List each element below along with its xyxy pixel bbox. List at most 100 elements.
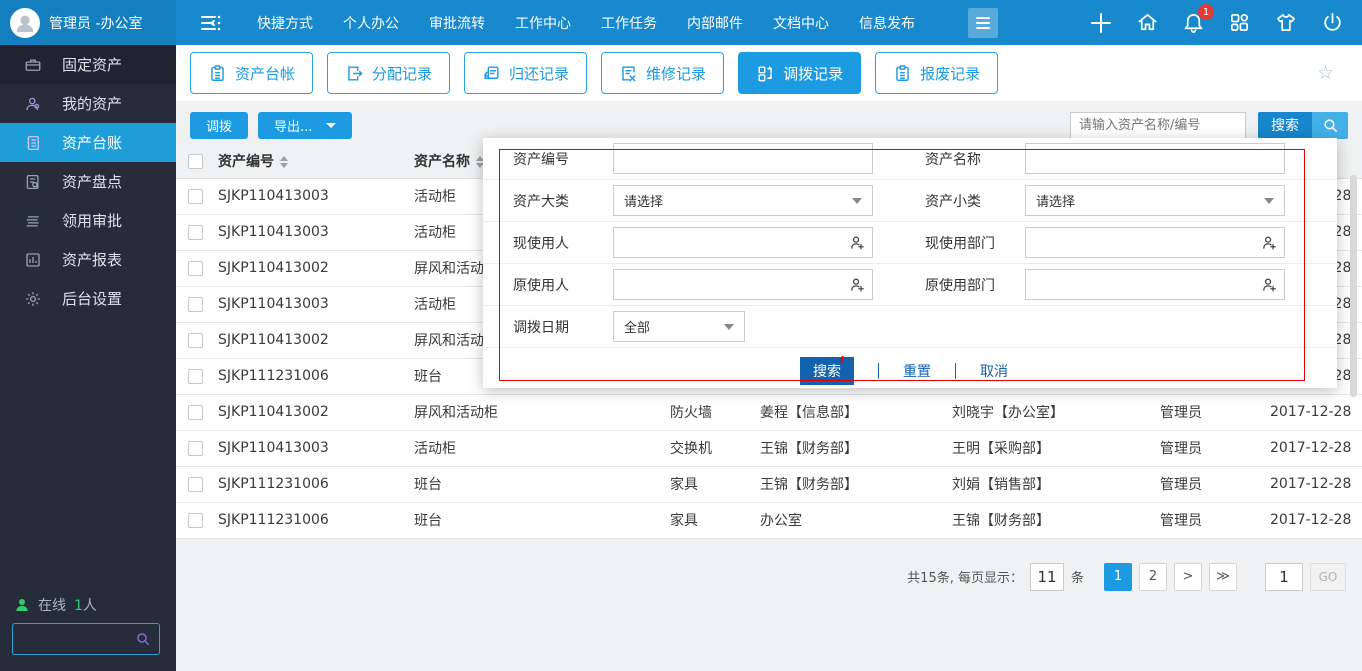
apps-grid-icon[interactable]	[1228, 11, 1251, 34]
nav-item-internal-mail[interactable]: 内部邮件	[672, 0, 758, 45]
favorite-star-icon[interactable]: ☆	[1317, 62, 1348, 84]
chevron-down-icon	[326, 123, 336, 128]
online-user-icon	[14, 597, 30, 613]
person-add-icon[interactable]	[849, 276, 866, 293]
goto-page-input[interactable]	[1265, 563, 1303, 591]
last-page-button[interactable]: ≫	[1209, 563, 1237, 591]
current-user-input[interactable]	[613, 227, 873, 258]
tab-transfer-records[interactable]: 调拨记录	[738, 52, 861, 94]
asset-name-label: 资产名称	[925, 149, 1025, 169]
asset-name-input[interactable]	[1025, 143, 1285, 174]
sidebar-item-requisition-approval[interactable]: 领用审批	[0, 201, 176, 240]
row-checkbox[interactable]	[188, 297, 203, 312]
row-checkbox[interactable]	[188, 333, 203, 348]
page-button-1[interactable]: 1	[1104, 563, 1132, 591]
nav-item-work-center[interactable]: 工作中心	[500, 0, 586, 45]
page-size-input[interactable]	[1030, 563, 1064, 591]
select-all-checkbox[interactable]	[188, 154, 203, 169]
transfer-date-select[interactable]: 全部	[613, 311, 745, 342]
notification-badge: 1	[1198, 4, 1214, 20]
tab-label: 归还记录	[509, 63, 569, 84]
asset-code-input[interactable]	[613, 143, 873, 174]
sidebar-item-label: 资产报表	[62, 249, 122, 270]
tab-label: 资产台帐	[235, 63, 295, 84]
doc-swap-icon	[345, 64, 364, 83]
person-add-icon[interactable]	[1261, 276, 1278, 293]
row-checkbox[interactable]	[188, 369, 203, 384]
row-checkbox[interactable]	[188, 225, 203, 240]
online-count: 1	[74, 598, 83, 614]
table-row[interactable]: SJKP110413002屏风和活动柜防火墙姜程【信息部】刘晓宇【办公室】管理员…	[176, 394, 1362, 430]
tab-asset-ledger[interactable]: 资产台帐	[190, 52, 313, 94]
go-button[interactable]: GO	[1310, 563, 1346, 591]
search-button[interactable]: 搜索	[1258, 112, 1348, 139]
nav-item-info-publish[interactable]: 信息发布	[844, 0, 930, 45]
former-user-input[interactable]	[613, 269, 873, 300]
nav-more-button[interactable]	[968, 8, 998, 38]
tab-repair-records[interactable]: 维修记录	[601, 52, 724, 94]
filter-row: 资产大类 请选择 资产小类 请选择	[483, 180, 1337, 222]
major-category-select[interactable]: 请选择	[613, 185, 873, 216]
nav-item-approval-flow[interactable]: 审批流转	[414, 0, 500, 45]
nav-item-personal-office[interactable]: 个人办公	[328, 0, 414, 45]
tab-return-records[interactable]: 归还记录	[464, 52, 587, 94]
filter-search-button[interactable]: 搜索	[800, 357, 854, 385]
current-dept-input[interactable]	[1025, 227, 1285, 258]
user-name: 管理员 -办公室	[49, 13, 143, 33]
column-header-code[interactable]: 资产编号	[216, 145, 412, 178]
page-button-2[interactable]: 2	[1139, 563, 1167, 591]
nav-item-shortcuts[interactable]: 快捷方式	[242, 0, 328, 45]
filter-cancel-button[interactable]: 取消	[980, 361, 1008, 381]
person-add-icon[interactable]	[1261, 234, 1278, 251]
power-icon[interactable]	[1321, 11, 1344, 34]
menu-toggle-icon[interactable]	[198, 11, 224, 35]
tab-allocation-records[interactable]: 分配记录	[327, 52, 450, 94]
sidebar: 固定资产 我的资产 资产台账 资产盘点	[0, 45, 176, 671]
home-icon[interactable]	[1136, 11, 1159, 34]
tab-label: 调拨记录	[783, 63, 843, 84]
add-icon[interactable]	[1089, 11, 1113, 35]
nav-item-work-tasks[interactable]: 工作任务	[586, 0, 672, 45]
tab-scrap-records[interactable]: 报废记录	[875, 52, 998, 94]
chevron-down-icon	[852, 198, 862, 204]
table-row[interactable]: SJKP111231006班台家具办公室王锦【财务部】管理员2017-12-28	[176, 502, 1362, 538]
current-user-label: 现使用人	[513, 233, 613, 253]
doc-return-icon	[482, 64, 501, 83]
layers-icon	[24, 212, 42, 230]
sidebar-item-asset-ledger[interactable]: 资产台账	[0, 123, 176, 162]
filter-reset-button[interactable]: 重置	[903, 361, 931, 381]
person-add-icon[interactable]	[849, 234, 866, 251]
row-checkbox[interactable]	[188, 477, 203, 492]
user-block[interactable]: 管理员 -办公室	[0, 0, 176, 45]
sidebar-item-asset-reports[interactable]: 资产报表	[0, 240, 176, 279]
sidebar-item-fixed-assets[interactable]: 固定资产	[0, 45, 176, 84]
former-dept-input[interactable]	[1025, 269, 1285, 300]
minor-category-select[interactable]: 请选择	[1025, 185, 1285, 216]
asset-search-input[interactable]	[1070, 112, 1246, 139]
app-window: 管理员 -办公室 快捷方式 个人办公 审批流转 工作中心 工作任务 内部邮件 文…	[0, 0, 1362, 671]
sidebar-item-asset-inventory[interactable]: 资产盘点	[0, 162, 176, 201]
row-checkbox[interactable]	[188, 513, 203, 528]
sidebar-item-label: 领用审批	[62, 210, 122, 231]
search-icon[interactable]	[135, 631, 151, 647]
row-checkbox[interactable]	[188, 405, 203, 420]
row-checkbox[interactable]	[188, 261, 203, 276]
row-checkbox[interactable]	[188, 189, 203, 204]
current-dept-label: 现使用部门	[925, 233, 1025, 253]
nav-item-document-center[interactable]: 文档中心	[758, 0, 844, 45]
sidebar-item-settings[interactable]: 后台设置	[0, 279, 176, 318]
next-page-button[interactable]: >	[1174, 563, 1202, 591]
sort-icon[interactable]	[280, 156, 288, 168]
toolbar-search: 搜索	[1070, 112, 1348, 139]
row-checkbox[interactable]	[188, 441, 203, 456]
sidebar-item-my-assets[interactable]: 我的资产	[0, 84, 176, 123]
table-row[interactable]: SJKP110413003活动柜交换机王锦【财务部】王明【采购部】管理员2017…	[176, 430, 1362, 466]
notifications-bell-icon[interactable]: 1	[1182, 11, 1205, 34]
table-row[interactable]: SJKP111231006班台家具王锦【财务部】刘娟【销售部】管理员2017-1…	[176, 466, 1362, 502]
sidebar-search-input[interactable]	[13, 632, 135, 647]
transfer-button[interactable]: 调拨	[190, 112, 248, 139]
export-dropdown-button[interactable]: 导出...	[258, 112, 352, 139]
scrollbar-thumb[interactable]	[1350, 175, 1357, 397]
shirt-icon[interactable]	[1274, 11, 1298, 34]
former-dept-label: 原使用部门	[925, 275, 1025, 295]
